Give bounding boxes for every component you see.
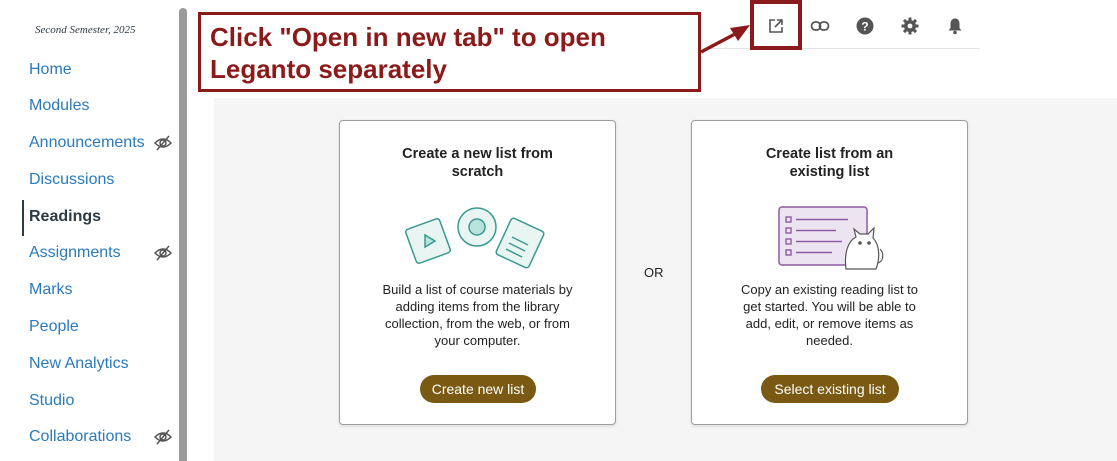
- nav-label: Announcements: [29, 134, 145, 151]
- nav-label: Discussions: [29, 171, 115, 188]
- instruction-callout: Click "Open in new tab" to open Leganto …: [198, 12, 701, 92]
- hidden-eye-icon: [153, 429, 173, 445]
- link-icon: [810, 21, 830, 31]
- open-in-new-tab-highlight: [750, 0, 802, 50]
- card-title: Create a new list from scratch: [402, 146, 553, 180]
- nav-label: Home: [29, 61, 72, 78]
- hidden-eye-icon: [153, 245, 173, 261]
- settings-icon: [901, 17, 919, 35]
- active-indicator: [22, 200, 24, 236]
- nav-item-modules[interactable]: Modules: [29, 93, 175, 119]
- nav-label: Studio: [29, 392, 75, 409]
- nav-item-marks[interactable]: Marks: [29, 277, 175, 303]
- nav-item-collaborations[interactable]: Collaborations: [29, 424, 175, 450]
- notifications-button[interactable]: [942, 13, 968, 39]
- card-title: Create list from an existing list: [765, 146, 894, 180]
- course-materials-illustration-icon: [405, 207, 545, 269]
- nav-label: People: [29, 318, 79, 335]
- course-navigation: Second Semester, 2025 Home Modules Annou…: [0, 0, 178, 461]
- or-separator: OR: [644, 265, 664, 280]
- callout-line-2: Leganto separately: [210, 54, 447, 84]
- nav-item-assignments[interactable]: Assignments: [29, 240, 175, 266]
- select-existing-list-button[interactable]: Select existing list: [761, 375, 899, 403]
- nav-item-announcements[interactable]: Announcements: [29, 130, 175, 156]
- notifications-icon: [948, 18, 962, 35]
- nav-item-new-analytics[interactable]: New Analytics: [29, 351, 175, 377]
- hidden-eye-icon: [153, 135, 173, 151]
- semester-label: Second Semester, 2025: [35, 24, 136, 36]
- create-new-list-button[interactable]: Create new list: [420, 375, 536, 403]
- settings-button[interactable]: [897, 13, 923, 39]
- copy-link-button[interactable]: [807, 13, 833, 39]
- nav-label: Marks: [29, 281, 73, 298]
- nav-item-home[interactable]: Home: [29, 57, 175, 83]
- nav-item-readings[interactable]: Readings: [29, 204, 175, 230]
- nav-item-people[interactable]: People: [29, 314, 175, 340]
- help-icon: ?: [856, 17, 874, 35]
- sidebar-scrollbar[interactable]: [179, 8, 187, 461]
- card-description: Copy an existing reading list to get sta…: [740, 282, 919, 348]
- create-new-list-card: Create a new list from scratch Build a l…: [339, 120, 616, 425]
- card-description: Build a list of course materials by addi…: [382, 282, 573, 348]
- nav-label: New Analytics: [29, 355, 129, 372]
- nav-label: Modules: [29, 97, 90, 114]
- nav-item-discussions[interactable]: Discussions: [29, 167, 175, 193]
- nav-label: Readings: [29, 208, 102, 225]
- nav-label: Collaborations: [29, 428, 132, 445]
- reading-list-cat-illustration-icon: [778, 206, 884, 270]
- help-button[interactable]: ?: [852, 13, 878, 39]
- nav-item-studio[interactable]: Studio: [29, 388, 175, 414]
- existing-list-card: Create list from an existing list Copy a…: [691, 120, 968, 425]
- callout-line-1: Click "Open in new tab" to open: [210, 22, 606, 52]
- svg-text:?: ?: [861, 20, 868, 34]
- toolbar-divider: [708, 48, 980, 49]
- nav-label: Assignments: [29, 244, 121, 261]
